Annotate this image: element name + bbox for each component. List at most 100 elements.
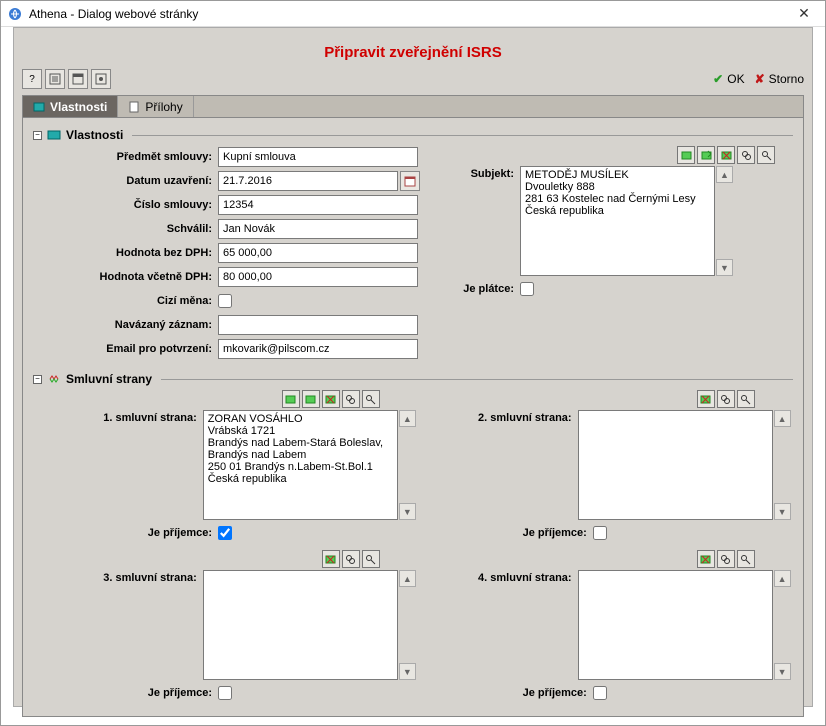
lbl-cislo: Číslo smlouvy: <box>33 199 218 211</box>
group-vlastnosti-icon <box>47 128 61 142</box>
scroll-down-icon[interactable]: ▼ <box>774 503 791 520</box>
lbl-vcdph: Hodnota včetně DPH: <box>33 271 218 283</box>
input-cislo[interactable] <box>218 195 418 215</box>
subject-btn-4[interactable] <box>737 146 755 164</box>
p3-btn-5[interactable] <box>362 550 380 568</box>
p2-btn-3[interactable] <box>697 390 715 408</box>
input-bezdph[interactable] <box>218 243 418 263</box>
input-email[interactable] <box>218 339 418 359</box>
dialog-body: Připravit zveřejnění ISRS ? ✔OK ✘Storno … <box>13 27 813 707</box>
lbl-schvalil: Schválil: <box>33 223 218 235</box>
toolbar-btn-3[interactable] <box>68 69 88 89</box>
group-strany-icon <box>47 372 61 386</box>
input-datum[interactable] <box>218 171 398 191</box>
p4-btn-4[interactable] <box>717 550 735 568</box>
input-predmet[interactable] <box>218 147 418 167</box>
party-2: 2. smluvní strana: ▲▼ Je příjemce: <box>408 390 773 546</box>
input-vcdph[interactable] <box>218 267 418 287</box>
subject-btn-1[interactable] <box>677 146 695 164</box>
tabs: Vlastnosti Přílohy <box>22 95 804 117</box>
lbl-datum: Datum uzavření: <box>33 175 218 187</box>
titlebar-text: Athena - Dialog webové stránky <box>29 7 789 21</box>
tab-prilohy-label: Přílohy <box>145 100 182 114</box>
lbl-prijemce4: Je příjemce: <box>408 687 593 699</box>
collapse-strany[interactable]: − <box>33 375 42 384</box>
group-vlastnosti: − Vlastnosti Předmět smlouvy: Datum uzav… <box>33 128 793 362</box>
lbl-bezdph: Hodnota bez DPH: <box>33 247 218 259</box>
toolbar: ? ✔OK ✘ Storno <box>22 67 804 91</box>
scroll-down-icon[interactable]: ▼ <box>716 259 733 276</box>
dialog-header: Připravit zveřejnění ISRS <box>22 34 804 67</box>
p4-btn-3[interactable] <box>697 550 715 568</box>
lbl-predmet: Předmět smlouvy: <box>33 151 218 163</box>
lbl-strana4: 4. smluvní strana: <box>408 570 578 584</box>
subject-btn-3[interactable] <box>717 146 735 164</box>
party-4: 4. smluvní strana: ▲▼ Je příjemce: <box>408 550 773 706</box>
lbl-jeplatce: Je plátce: <box>430 283 520 295</box>
p1-btn-1[interactable] <box>282 390 300 408</box>
scroll-up-icon[interactable]: ▲ <box>399 410 416 427</box>
lbl-strana2: 2. smluvní strana: <box>408 410 578 424</box>
lbl-prijemce1: Je příjemce: <box>33 527 218 539</box>
check-mena[interactable] <box>218 294 232 308</box>
group-strany: − Smluvní strany <box>33 372 793 706</box>
scroll-down-icon[interactable]: ▼ <box>399 503 416 520</box>
lbl-mena: Cizí měna: <box>33 295 218 307</box>
scroll-up-icon[interactable]: ▲ <box>399 570 416 587</box>
scroll-up-icon[interactable]: ▲ <box>774 570 791 587</box>
party-3: 3. smluvní strana: ▲▼ Je příjemce: <box>33 550 398 706</box>
tab-vlastnosti[interactable]: Vlastnosti <box>23 96 118 117</box>
lbl-strana3: 3. smluvní strana: <box>33 570 203 584</box>
p4-btn-5[interactable] <box>737 550 755 568</box>
check-jeplatce[interactable] <box>520 282 534 296</box>
titlebar: Athena - Dialog webové stránky ✕ <box>1 1 825 27</box>
p2-btn-5[interactable] <box>737 390 755 408</box>
app-icon <box>7 6 23 22</box>
textarea-strana1[interactable]: ZORAN VOSÁHLO Vrábská 1721 Brandýs nad L… <box>203 410 398 520</box>
scroll-up-icon[interactable]: ▲ <box>774 410 791 427</box>
ok-label: OK <box>727 72 744 86</box>
lbl-strana1: 1. smluvní strana: <box>33 410 203 424</box>
input-schvalil[interactable] <box>218 219 418 239</box>
scroll-down-icon[interactable]: ▼ <box>774 663 791 680</box>
storno-label: Storno <box>769 72 804 86</box>
p1-btn-5[interactable] <box>362 390 380 408</box>
p1-btn-3[interactable] <box>322 390 340 408</box>
tab-prilohy[interactable]: Přílohy <box>118 96 193 117</box>
help-button[interactable]: ? <box>22 69 42 89</box>
textarea-strana2[interactable] <box>578 410 773 520</box>
close-button[interactable]: ✕ <box>789 4 819 24</box>
check-prijemce2[interactable] <box>593 526 607 540</box>
input-navaz[interactable] <box>218 315 418 335</box>
lbl-navaz: Navázaný záznam: <box>33 319 218 331</box>
dialog-window: Athena - Dialog webové stránky ✕ Připrav… <box>0 0 826 726</box>
textarea-subjekt[interactable]: METODĚJ MUSÍLEK Dvouletky 888 281 63 Kos… <box>520 166 715 276</box>
p3-btn-4[interactable] <box>342 550 360 568</box>
x-icon: ✘ <box>755 72 765 86</box>
document-icon <box>128 101 140 113</box>
storno-button[interactable]: ✘ Storno <box>755 72 804 86</box>
lbl-subjekt: Subjekt: <box>430 166 520 180</box>
date-picker-button[interactable] <box>400 171 420 191</box>
group-vlastnosti-title: Vlastnosti <box>66 128 123 142</box>
collapse-vlastnosti[interactable]: − <box>33 131 42 140</box>
check-prijemce3[interactable] <box>218 686 232 700</box>
p1-btn-4[interactable] <box>342 390 360 408</box>
tab-content: − Vlastnosti Předmět smlouvy: Datum uzav… <box>22 117 804 717</box>
p1-btn-2[interactable] <box>302 390 320 408</box>
p3-btn-3[interactable] <box>322 550 340 568</box>
textarea-strana3[interactable] <box>203 570 398 680</box>
subject-btn-5[interactable] <box>757 146 775 164</box>
toolbar-btn-2[interactable] <box>45 69 65 89</box>
scroll-up-icon[interactable]: ▲ <box>716 166 733 183</box>
toolbar-btn-4[interactable] <box>91 69 111 89</box>
check-prijemce4[interactable] <box>593 686 607 700</box>
ok-button[interactable]: ✔OK <box>713 72 744 86</box>
p2-btn-4[interactable] <box>717 390 735 408</box>
check-prijemce1[interactable] <box>218 526 232 540</box>
subject-btn-2[interactable] <box>697 146 715 164</box>
party-1: 1. smluvní strana: ZORAN VOSÁHLO Vrábská… <box>33 390 398 546</box>
tab-vlastnosti-label: Vlastnosti <box>50 100 107 114</box>
scroll-down-icon[interactable]: ▼ <box>399 663 416 680</box>
textarea-strana4[interactable] <box>578 570 773 680</box>
